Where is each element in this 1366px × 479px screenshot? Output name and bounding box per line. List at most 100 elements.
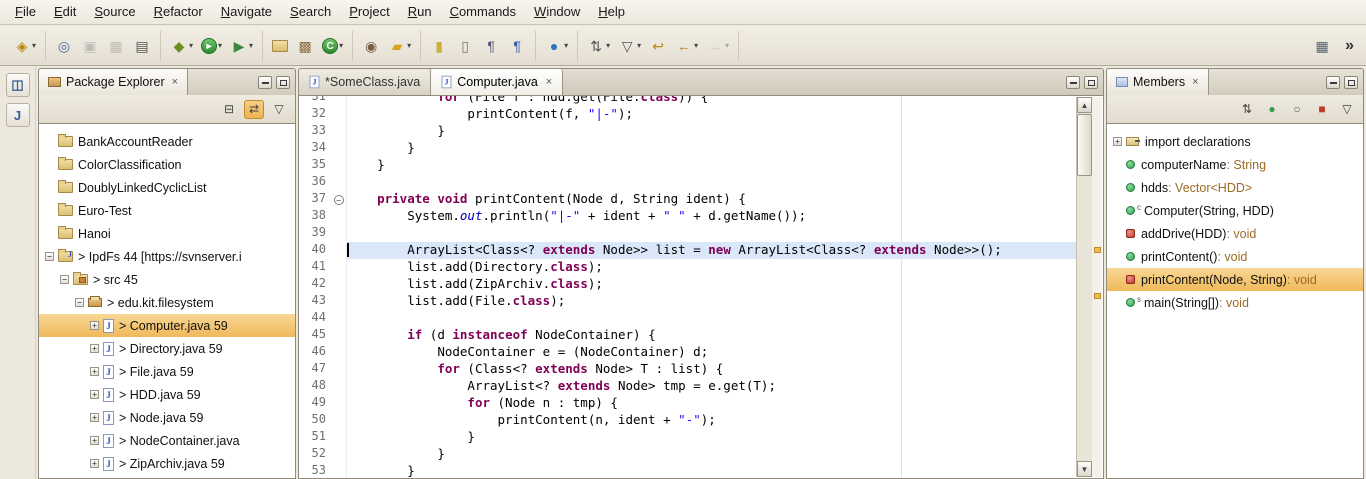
code-line[interactable]: list.add(ZipArchiv.class); (347, 276, 1076, 293)
tree-item[interactable]: +> Directory.java 59 (39, 337, 295, 360)
restore-panel-icon[interactable]: ◫ (6, 73, 30, 97)
code-line[interactable]: printContent(n, ident + "-"); (347, 412, 1076, 429)
code-editor[interactable]: for (File f : hdd.get(File.class)) { pri… (347, 96, 1076, 478)
menu-item-project[interactable]: Project (340, 0, 398, 25)
plus-expander-icon[interactable]: + (90, 344, 99, 353)
show-annotations-icon[interactable]: ▯ (453, 35, 477, 57)
member-item[interactable]: hdds : Vector<HDD> (1107, 176, 1363, 199)
fold-collapse-icon[interactable]: − (331, 191, 346, 208)
member-item[interactable]: computerName : String (1107, 153, 1363, 176)
menu-item-source[interactable]: Source (85, 0, 144, 25)
minimize-button[interactable] (1066, 76, 1080, 89)
scroll-down-arrow[interactable]: ▼ (1077, 461, 1092, 477)
menu-item-window[interactable]: Window (525, 0, 589, 25)
minus-expander-icon[interactable]: − (60, 275, 69, 284)
plus-expander-icon[interactable]: + (90, 390, 99, 399)
minimize-button[interactable] (1326, 76, 1340, 89)
toolbar-overflow-chevron[interactable]: » (1345, 37, 1354, 55)
plus-expander-icon[interactable]: + (90, 436, 99, 445)
editor-tab-computerjava[interactable]: Computer.java× (431, 69, 563, 95)
tree-item[interactable]: DoublyLinkedCyclicList (39, 176, 295, 199)
coverage-icon[interactable]: ◉ (359, 35, 383, 57)
tree-item[interactable]: +> File.java 59 (39, 360, 295, 383)
new-wizard-icon[interactable]: ◈▾ (10, 35, 39, 57)
menu-item-commands[interactable]: Commands (441, 0, 525, 25)
code-line[interactable] (347, 225, 1076, 242)
member-item[interactable]: cComputer(String, HDD) (1107, 199, 1363, 222)
minus-expander-icon[interactable]: − (45, 252, 54, 261)
view-menu-icon[interactable]: ▽ (269, 100, 289, 119)
hide-static-icon[interactable]: ○ (1287, 100, 1307, 119)
minus-expander-icon[interactable]: − (75, 298, 84, 307)
tree-item[interactable]: +> HDD.java 59 (39, 383, 295, 406)
menu-item-refactor[interactable]: Refactor (145, 0, 212, 25)
external-tools-icon[interactable]: ▶▾ (227, 35, 256, 57)
new-package-icon[interactable]: ▩ (293, 35, 317, 57)
tree-item[interactable]: ColorClassification (39, 153, 295, 176)
code-line[interactable]: for (Class<? extends Node> T : list) { (347, 361, 1076, 378)
maximize-button[interactable] (1084, 76, 1098, 89)
link-with-editor-icon[interactable]: ⇄ (244, 100, 264, 119)
show-whitespace-icon[interactable]: ¶ (479, 35, 503, 57)
scroll-up-arrow[interactable]: ▲ (1077, 97, 1092, 113)
package-explorer-tab[interactable]: Package Explorer × (39, 69, 188, 95)
code-line[interactable]: NodeContainer e = (NodeContainer) d; (347, 344, 1076, 361)
tree-item[interactable]: BankAccountReader (39, 130, 295, 153)
menu-item-navigate[interactable]: Navigate (212, 0, 281, 25)
code-line[interactable]: } (347, 463, 1076, 478)
plus-expander-icon[interactable]: + (90, 459, 99, 468)
close-icon[interactable]: × (546, 76, 552, 88)
debug-icon[interactable]: ◆▾ (167, 35, 196, 57)
code-line[interactable]: ArrayList<Class<? extends Node>> list = … (347, 242, 1076, 259)
code-line[interactable]: private void printContent(Node d, String… (347, 191, 1076, 208)
code-line[interactable]: } (347, 157, 1076, 174)
member-item[interactable]: +import declarations (1107, 130, 1363, 153)
occurrence-marker[interactable] (1094, 247, 1101, 253)
tree-item[interactable]: +> NodeContainer.java (39, 429, 295, 452)
menu-item-file[interactable]: File (6, 0, 45, 25)
editor-vertical-scrollbar[interactable]: ▲ ▼ (1076, 97, 1092, 477)
back-icon[interactable]: ←▾ (672, 35, 701, 57)
occurrence-marker[interactable] (1094, 293, 1101, 299)
code-line[interactable] (347, 310, 1076, 327)
plus-expander-icon[interactable]: + (1113, 137, 1122, 146)
tree-item[interactable]: +> Computer.java 59 (39, 314, 295, 337)
tree-item[interactable]: −> src 45 (39, 268, 295, 291)
menu-item-run[interactable]: Run (399, 0, 441, 25)
tree-item[interactable]: −> IpdFs 44 [https://svnserver.i (39, 245, 295, 268)
web-browser-icon[interactable]: ●▾ (542, 35, 571, 57)
code-line[interactable]: } (347, 140, 1076, 157)
minimize-button[interactable] (258, 76, 272, 89)
editor-tab-someclassjava[interactable]: *SomeClass.java (299, 69, 431, 95)
code-line[interactable]: list.add(File.class); (347, 293, 1076, 310)
search-icon[interactable]: ▰▾ (385, 35, 414, 57)
member-item[interactable]: printContent(Node, String) : void (1107, 268, 1363, 291)
menu-item-edit[interactable]: Edit (45, 0, 85, 25)
member-item[interactable]: addDrive(HDD) : void (1107, 222, 1363, 245)
format-icon[interactable]: ¶ (505, 35, 529, 57)
filter-icon[interactable]: ▽▾ (615, 35, 644, 57)
view-menu-icon[interactable]: ▽ (1337, 100, 1357, 119)
print-icon[interactable]: ▤ (130, 35, 154, 57)
plus-expander-icon[interactable]: + (90, 413, 99, 422)
tree-item[interactable]: Hanoi (39, 222, 295, 245)
mark-occurrences-icon[interactable]: ▮ (427, 35, 451, 57)
code-line[interactable]: list.add(Directory.class); (347, 259, 1076, 276)
code-line[interactable]: } (347, 429, 1076, 446)
menu-item-search[interactable]: Search (281, 0, 340, 25)
code-line[interactable]: for (Node n : tmp) { (347, 395, 1076, 412)
maximize-button[interactable] (1344, 76, 1358, 89)
member-item[interactable]: smain(String[]) : void (1107, 291, 1363, 314)
tree-item[interactable]: +> ZipArchiv.java 59 (39, 452, 295, 475)
new-class-icon[interactable]: C▾ (319, 36, 346, 56)
scrollbar-thumb[interactable] (1077, 114, 1092, 176)
code-line[interactable]: } (347, 446, 1076, 463)
menu-item-help[interactable]: Help (589, 0, 634, 25)
tree-item[interactable]: Euro-Test (39, 199, 295, 222)
plus-expander-icon[interactable]: + (90, 367, 99, 376)
new-java-project-icon[interactable] (269, 38, 291, 54)
code-line[interactable]: ArrayList<? extends Node> tmp = e.get(T)… (347, 378, 1076, 395)
maximize-button[interactable] (276, 76, 290, 89)
hide-fields-icon[interactable]: ● (1262, 100, 1282, 119)
member-item[interactable]: printContent() : void (1107, 245, 1363, 268)
